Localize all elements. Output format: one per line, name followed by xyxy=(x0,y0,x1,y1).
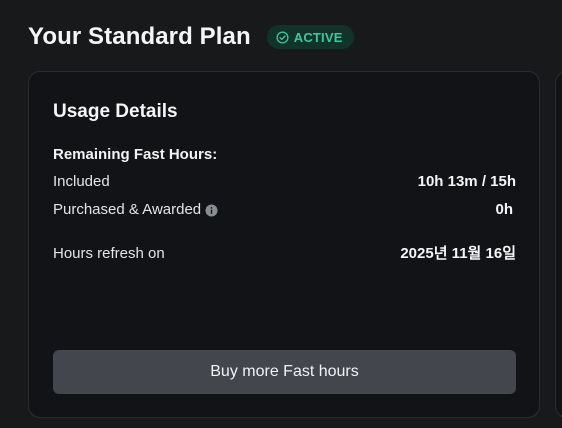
usage-details-card: Usage Details Remaining Fast Hours: Incl… xyxy=(28,71,540,418)
refresh-date-row: Hours refresh on 2025년 11월 16일 xyxy=(53,244,516,264)
included-label: Included xyxy=(53,173,110,190)
refresh-date-label: Hours refresh on xyxy=(53,245,165,262)
status-badge-label: ACTIVE xyxy=(293,29,343,45)
adjacent-card-edge xyxy=(555,71,562,418)
buy-fast-hours-button[interactable]: Buy more Fast hours xyxy=(53,350,516,394)
plan-header: Your Standard Plan ACTIVE xyxy=(28,22,354,52)
purchased-awarded-value: 0h xyxy=(495,201,513,218)
refresh-date-value: 2025년 11월 16일 xyxy=(400,245,516,262)
purchased-awarded-label-group: Purchased & Awarded xyxy=(53,200,218,220)
included-row: Included 10h 13m / 15h xyxy=(53,172,516,192)
purchased-awarded-label: Purchased & Awarded xyxy=(53,201,202,218)
included-value: 10h 13m / 15h xyxy=(417,173,516,190)
info-icon[interactable] xyxy=(205,204,218,217)
page-title: Your Standard Plan xyxy=(28,23,251,50)
status-badge: ACTIVE xyxy=(266,25,354,49)
plan-page: Your Standard Plan ACTIVE Usage Details … xyxy=(0,0,562,428)
remaining-fast-hours-label: Remaining Fast Hours: xyxy=(53,146,218,163)
check-circle-icon xyxy=(276,30,289,44)
purchased-awarded-row: Purchased & Awarded 0h xyxy=(53,200,516,220)
card-title: Usage Details xyxy=(53,101,178,122)
